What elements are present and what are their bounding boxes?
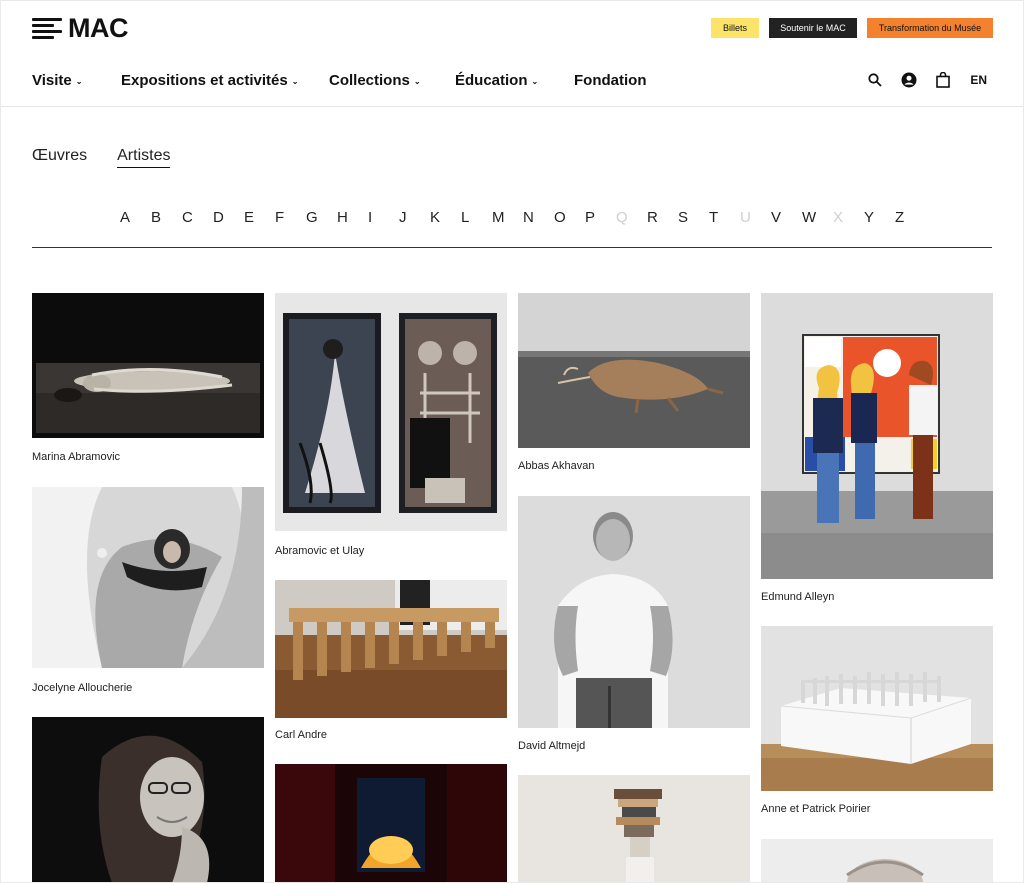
main-nav: Visite ⌄ Expositions et activités ⌄ Coll… [32, 72, 646, 89]
artist-card[interactable] [761, 839, 993, 882]
letter-c[interactable]: C [182, 209, 213, 226]
chevron-down-icon: ⌄ [531, 76, 539, 86]
artist-card[interactable]: Anne et Patrick Poirier [761, 626, 993, 821]
letter-i[interactable]: I [368, 209, 399, 226]
alphabet-filter: ABCDEFGHIJKLMNOPQ RSTU VWX YZ [120, 209, 926, 226]
nav-label: Expositions et activités [121, 72, 288, 89]
letter-k[interactable]: K [430, 209, 461, 226]
artist-card[interactable]: Carl Andre [275, 580, 507, 750]
letter-r[interactable]: R [647, 209, 678, 226]
search-icon[interactable] [866, 71, 884, 89]
chevron-down-icon: ⌄ [291, 76, 299, 86]
letter-s[interactable]: S [678, 209, 709, 226]
artist-card[interactable]: Marina Abramovic [32, 293, 264, 473]
artist-card[interactable] [518, 775, 750, 882]
letter-n[interactable]: N [523, 209, 554, 226]
soutenir-button[interactable]: Soutenir le MAC [769, 18, 857, 38]
artist-card[interactable]: Edmund Alleyn [761, 293, 993, 613]
letter-p[interactable]: P [585, 209, 616, 226]
letter-m[interactable]: M [492, 209, 523, 226]
letter-x: X [833, 209, 844, 226]
artist-name: Edmund Alleyn [761, 591, 835, 603]
artist-image [32, 487, 264, 668]
account-icon[interactable] [900, 71, 918, 89]
artist-card[interactable] [32, 717, 264, 882]
artist-card[interactable] [275, 764, 507, 882]
nav-label: Collections [329, 72, 410, 89]
nav-collections[interactable]: Collections ⌄ [329, 72, 455, 89]
letter-z[interactable]: Z [895, 209, 926, 226]
tab-oeuvres[interactable]: Œuvres [32, 147, 87, 168]
tab-artistes[interactable]: Artistes [117, 147, 171, 168]
letter-e[interactable]: E [244, 209, 275, 226]
collection-tabs: Œuvres Artistes [32, 147, 200, 168]
mac-logo[interactable]: MAC [32, 13, 129, 43]
bag-icon[interactable] [934, 71, 952, 89]
logo-text: MAC [68, 13, 129, 43]
artist-image [518, 293, 750, 448]
billets-button[interactable]: Billets [711, 18, 759, 38]
letter-q: Q [616, 209, 628, 226]
artist-name: Abramovic et Ulay [275, 545, 365, 557]
artist-name: Marina Abramovic [32, 451, 121, 463]
logo-lines-icon [32, 16, 64, 40]
nav-expositions[interactable]: Expositions et activités ⌄ [121, 72, 329, 89]
nav-label: Fondation [574, 72, 647, 89]
artist-name: Abbas Akhavan [518, 460, 595, 472]
letter-d[interactable]: D [213, 209, 244, 226]
artist-image [32, 717, 264, 882]
letter-u: U [740, 209, 751, 226]
letter-a[interactable]: A [120, 209, 151, 226]
letter-g[interactable]: G [306, 209, 337, 226]
divider [32, 247, 992, 248]
artist-image [761, 293, 993, 579]
artist-name: Carl Andre [275, 729, 327, 741]
artist-image [761, 839, 993, 882]
letter-o[interactable]: O [554, 209, 585, 226]
artist-image [275, 764, 507, 882]
artist-card[interactable]: David Altmejd [518, 496, 750, 761]
nav-education[interactable]: Éducation ⌄ [455, 72, 574, 89]
artist-card[interactable]: Abramovic et Ulay [275, 293, 507, 563]
artist-image [518, 775, 750, 882]
top-buttons: Billets Soutenir le MAC Transformation d… [711, 18, 993, 38]
nav-icons: EN [850, 71, 987, 89]
chevron-down-icon: ⌄ [75, 76, 83, 86]
chevron-down-icon: ⌄ [413, 76, 421, 86]
nav-label: Visite [32, 72, 72, 89]
nav-label: Éducation [455, 72, 528, 89]
letter-t[interactable]: T [709, 209, 740, 226]
artist-image [275, 293, 507, 531]
letter-l[interactable]: L [461, 209, 492, 226]
artist-name: David Altmejd [518, 740, 586, 752]
page: MAC Billets Soutenir le MAC Transformati… [1, 1, 1023, 882]
nav-visite[interactable]: Visite ⌄ [32, 72, 121, 89]
artist-card[interactable]: Jocelyne Alloucherie [32, 487, 264, 697]
letter-j[interactable]: J [399, 209, 430, 226]
artist-name: Jocelyne Alloucherie [32, 682, 133, 694]
artist-image [32, 293, 264, 438]
language-toggle[interactable]: EN [970, 73, 987, 87]
artist-image [518, 496, 750, 728]
artist-image [761, 626, 993, 791]
artist-image [275, 580, 507, 718]
letter-h[interactable]: H [337, 209, 368, 226]
letter-y[interactable]: Y [864, 209, 895, 226]
artist-name: Anne et Patrick Poirier [761, 803, 871, 815]
transformation-button[interactable]: Transformation du Musée [867, 18, 993, 38]
letter-f[interactable]: F [275, 209, 306, 226]
artist-card[interactable]: Abbas Akhavan [518, 293, 750, 483]
nav-fondation[interactable]: Fondation [574, 72, 646, 89]
letter-v[interactable]: V [771, 209, 802, 226]
site-header: MAC Billets Soutenir le MAC Transformati… [1, 1, 1023, 107]
letter-b[interactable]: B [151, 209, 182, 226]
letter-w[interactable]: W [802, 209, 833, 226]
